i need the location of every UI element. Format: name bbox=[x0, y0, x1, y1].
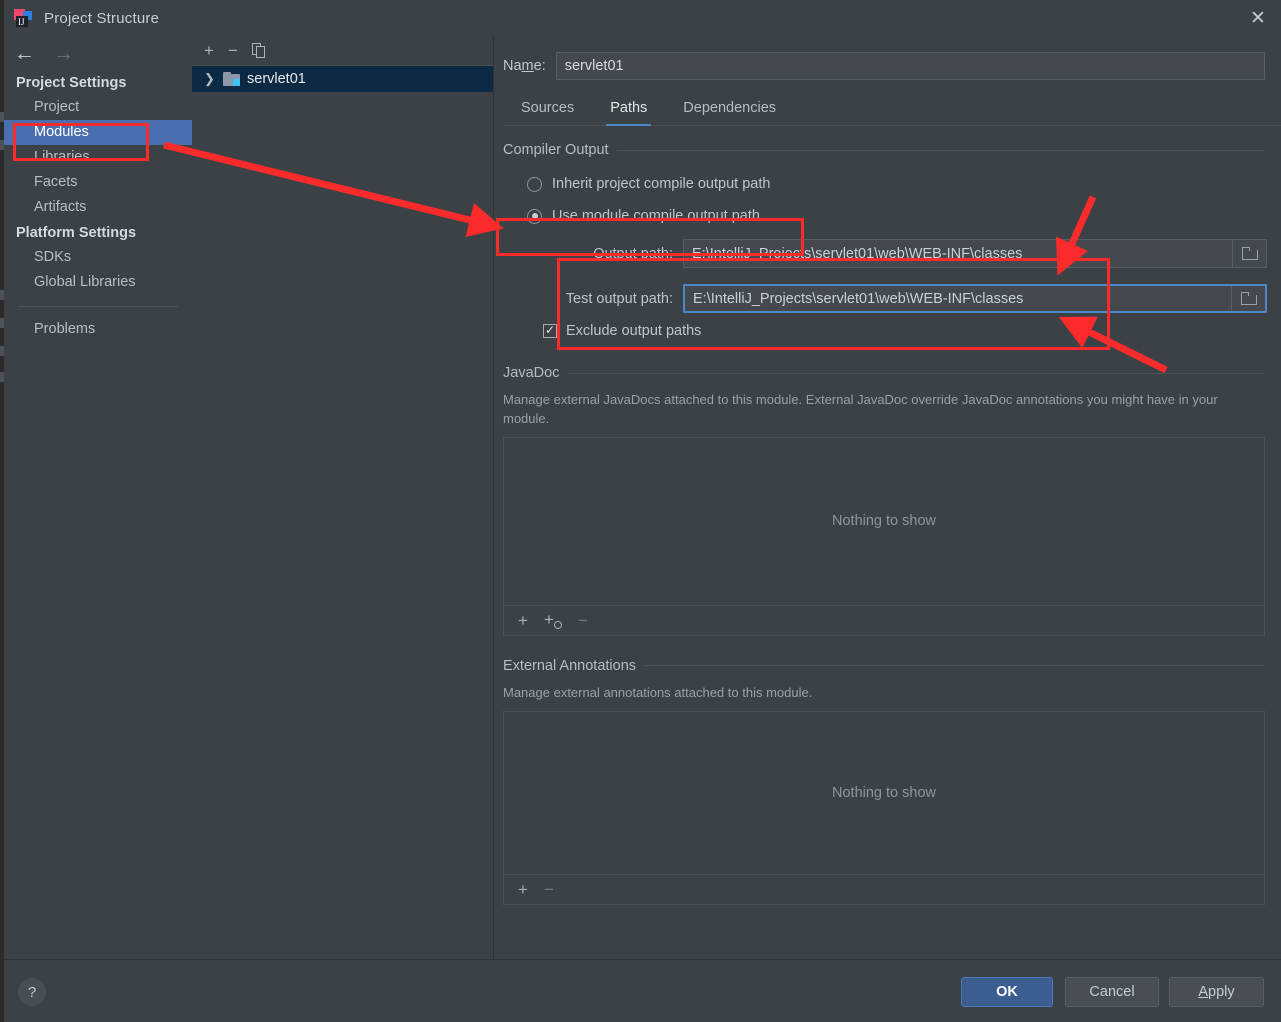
folder-browse-icon bbox=[1241, 247, 1258, 260]
module-tree-row-servlet01[interactable]: ❯ servlet01 bbox=[192, 66, 493, 92]
section-rule bbox=[616, 149, 1265, 151]
javadoc-section: JavaDoc bbox=[503, 365, 1265, 381]
sidebar-item-libraries[interactable]: Libraries bbox=[4, 145, 192, 170]
module-settings-panel: Name: servlet01 Sources Paths Dependenci… bbox=[495, 36, 1281, 959]
external-annotations-empty-text: Nothing to show bbox=[832, 784, 936, 801]
tab-sources[interactable]: Sources bbox=[503, 94, 592, 125]
sidebar-item-sdks[interactable]: SDKs bbox=[4, 245, 192, 270]
folder-browse-icon bbox=[1240, 292, 1257, 305]
module-tree-row-label: servlet01 bbox=[247, 71, 306, 87]
module-name-row: Name: servlet01 bbox=[503, 52, 1265, 80]
sidebar-item-facets[interactable]: Facets bbox=[4, 170, 192, 195]
external-annotations-description: Manage external annotations attached to … bbox=[503, 684, 813, 700]
remove-annotation-button: − bbox=[543, 879, 554, 899]
external-annotations-section: External Annotations bbox=[503, 658, 1265, 674]
javadoc-empty-text: Nothing to show bbox=[832, 513, 936, 530]
arrow-right-icon: → bbox=[53, 41, 74, 65]
compiler-output-title: Compiler Output bbox=[503, 142, 609, 158]
module-tree-panel: + − ❯ servlet01 bbox=[192, 36, 494, 959]
compiler-output-header: Compiler Output bbox=[503, 142, 1265, 158]
test-output-path-field[interactable]: E:\IntelliJ_Projects\servlet01\web\WEB-I… bbox=[683, 284, 1267, 313]
javadoc-description: Manage external JavaDocs attached to thi… bbox=[503, 392, 1218, 426]
external-annotations-header: External Annotations bbox=[503, 658, 1265, 674]
output-path-label: Output path: bbox=[593, 245, 673, 262]
remove-javadoc-button: − bbox=[577, 610, 588, 630]
sidebar-item-modules[interactable]: Modules bbox=[4, 120, 192, 145]
test-output-path-value[interactable]: E:\IntelliJ_Projects\servlet01\web\WEB-I… bbox=[685, 291, 1231, 307]
settings-sidebar: ← → Project Settings Project Modules Lib… bbox=[4, 36, 192, 959]
sidebar-divider bbox=[18, 306, 178, 307]
javadoc-toolbar: + + − bbox=[504, 604, 1264, 635]
navigation-arrows: ← → bbox=[4, 36, 192, 70]
compiler-output-section: Compiler Output bbox=[503, 142, 1265, 158]
output-path-value[interactable]: E:\IntelliJ_Projects\servlet01\web\WEB-I… bbox=[684, 246, 1232, 262]
output-path-field[interactable]: E:\IntelliJ_Projects\servlet01\web\WEB-I… bbox=[683, 239, 1267, 268]
test-output-path-label: Test output path: bbox=[565, 290, 673, 307]
javadoc-title: JavaDoc bbox=[503, 365, 560, 381]
exclude-output-paths-label: Exclude output paths bbox=[566, 323, 702, 339]
sidebar-item-problems[interactable]: Problems bbox=[4, 317, 192, 342]
module-tabs: Sources Paths Dependencies bbox=[503, 94, 1281, 126]
sidebar-item-project[interactable]: Project bbox=[4, 95, 192, 120]
module-name-input[interactable]: servlet01 bbox=[555, 52, 1265, 80]
add-javadoc-path-button[interactable]: + bbox=[518, 612, 528, 629]
remove-module-button[interactable]: − bbox=[228, 42, 238, 59]
arrow-left-icon[interactable]: ← bbox=[14, 43, 35, 64]
output-path-browse-button[interactable] bbox=[1232, 240, 1266, 267]
add-javadoc-url-button[interactable]: + bbox=[544, 611, 562, 630]
inherit-output-label: Inherit project compile output path bbox=[552, 176, 771, 192]
window-title: Project Structure bbox=[44, 9, 160, 27]
ok-button[interactable]: OK bbox=[961, 977, 1053, 1007]
exclude-output-paths-row[interactable]: ✓ Exclude output paths bbox=[495, 323, 1281, 339]
external-annotations-list-box: Nothing to show + − bbox=[503, 710, 1265, 905]
tab-dependencies[interactable]: Dependencies bbox=[665, 94, 794, 125]
javadoc-header: JavaDoc bbox=[503, 365, 1265, 381]
intellij-idea-icon: IJ bbox=[14, 9, 32, 27]
section-rule bbox=[644, 665, 1265, 667]
sidebar-group-platform-settings: Platform Settings bbox=[16, 225, 137, 241]
test-output-path-row: Test output path: E:\IntelliJ_Projects\s… bbox=[543, 284, 1267, 313]
project-structure-dialog: IJ Project Structure ✕ ← → Project Setti… bbox=[0, 0, 1281, 1022]
copy-module-button[interactable] bbox=[251, 43, 266, 58]
test-output-path-browse-button[interactable] bbox=[1231, 286, 1265, 311]
checkbox-checked-icon[interactable]: ✓ bbox=[543, 324, 557, 338]
title-bar: IJ Project Structure ✕ bbox=[4, 0, 1281, 36]
sidebar-item-artifacts[interactable]: Artifacts bbox=[4, 195, 192, 220]
module-tree-toolbar: + − bbox=[192, 36, 493, 66]
radio-unchecked-icon[interactable] bbox=[527, 176, 542, 192]
output-path-row: Output path: E:\IntelliJ_Projects\servle… bbox=[543, 239, 1267, 268]
module-folder-icon bbox=[223, 72, 240, 86]
section-rule bbox=[567, 372, 1265, 374]
module-name-label: Name: bbox=[503, 58, 546, 74]
add-module-button[interactable]: + bbox=[204, 42, 214, 59]
inherit-output-radio-row[interactable]: Inherit project compile output path bbox=[495, 176, 1281, 192]
apply-button[interactable]: Apply bbox=[1169, 977, 1264, 1007]
external-annotations-toolbar: + − bbox=[504, 873, 1264, 904]
cancel-button[interactable]: Cancel bbox=[1065, 977, 1159, 1007]
sidebar-item-global-libraries[interactable]: Global Libraries bbox=[4, 270, 192, 295]
use-module-output-radio-row[interactable]: Use module compile output path bbox=[495, 208, 1281, 224]
close-icon[interactable]: ✕ bbox=[1235, 0, 1281, 36]
add-annotation-button[interactable]: + bbox=[518, 881, 528, 898]
help-button[interactable]: ? bbox=[18, 978, 46, 1006]
external-annotations-title: External Annotations bbox=[503, 657, 637, 674]
tab-paths[interactable]: Paths bbox=[592, 94, 665, 126]
sidebar-group-project-settings: Project Settings bbox=[16, 75, 127, 91]
radio-checked-icon[interactable] bbox=[527, 208, 542, 224]
chevron-right-icon[interactable]: ❯ bbox=[204, 71, 216, 87]
use-module-output-label: Use module compile output path bbox=[552, 208, 760, 224]
javadoc-list-box: Nothing to show + + − bbox=[503, 436, 1265, 636]
